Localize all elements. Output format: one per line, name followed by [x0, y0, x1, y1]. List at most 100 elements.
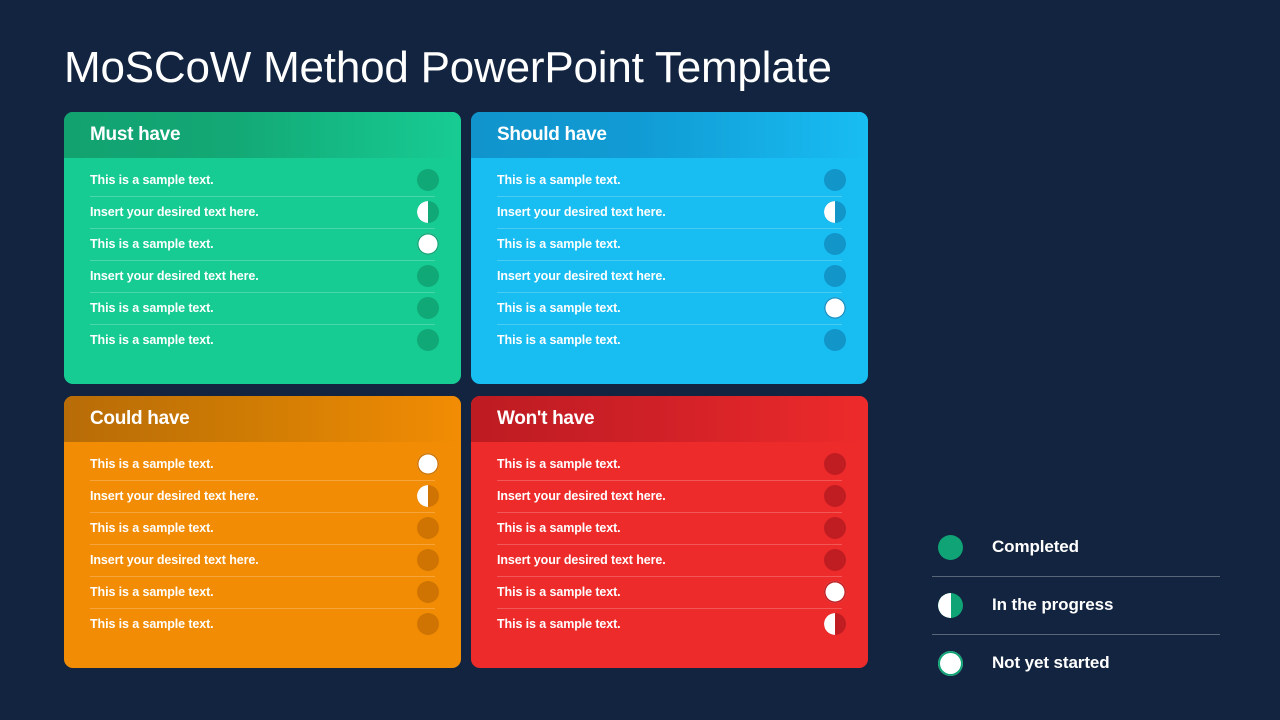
list-item-label: Insert your desired text here. — [90, 269, 259, 283]
status-in-progress-icon[interactable] — [824, 201, 846, 223]
card-title: Won't have — [497, 408, 595, 429]
page-title: MoSCoW Method PowerPoint Template — [64, 43, 832, 92]
list-item[interactable]: This is a sample text. — [90, 292, 441, 324]
list-item[interactable]: This is a sample text. — [90, 608, 441, 640]
status-completed-icon[interactable] — [417, 613, 439, 635]
list-item[interactable]: This is a sample text. — [497, 228, 848, 260]
list-item[interactable]: This is a sample text. — [90, 448, 441, 480]
status-completed-icon[interactable] — [824, 169, 846, 191]
legend-item-label: Not yet started — [992, 653, 1110, 672]
card-header-should-have: Should have — [471, 112, 868, 158]
list-item[interactable]: Insert your desired text here. — [90, 480, 441, 512]
list-item-label: This is a sample text. — [90, 585, 214, 599]
legend-item-not-started[interactable]: Not yet started — [932, 634, 1220, 692]
card-should-have: Should have This is a sample text. Inser… — [471, 112, 868, 384]
list-item-label: This is a sample text. — [497, 173, 621, 187]
list-item[interactable]: This is a sample text. — [90, 324, 441, 356]
list-item-label: This is a sample text. — [497, 301, 621, 315]
status-completed-icon[interactable] — [417, 297, 439, 319]
list-item[interactable]: This is a sample text. — [90, 228, 441, 260]
list-item[interactable]: This is a sample text. — [497, 608, 848, 640]
list-item[interactable]: Insert your desired text here. — [497, 196, 848, 228]
card-title: Should have — [497, 124, 607, 145]
list-item-label: This is a sample text. — [90, 301, 214, 315]
list-item[interactable]: This is a sample text. — [497, 512, 848, 544]
list-item[interactable]: This is a sample text. — [497, 292, 848, 324]
status-completed-icon[interactable] — [417, 549, 439, 571]
list-item[interactable]: This is a sample text. — [497, 576, 848, 608]
status-not-started-icon[interactable] — [824, 297, 846, 319]
moscow-card-grid: Must have This is a sample text. Insert … — [64, 112, 868, 668]
list-item-label: Insert your desired text here. — [497, 205, 666, 219]
status-not-started-icon — [938, 650, 963, 676]
list-item-label: This is a sample text. — [90, 457, 214, 471]
status-completed-icon[interactable] — [417, 329, 439, 351]
list-item[interactable]: This is a sample text. — [90, 164, 441, 196]
list-item[interactable]: This is a sample text. — [90, 512, 441, 544]
list-item[interactable]: Insert your desired text here. — [90, 544, 441, 576]
list-item-label: This is a sample text. — [90, 237, 214, 251]
status-in-progress-icon[interactable] — [417, 485, 439, 507]
status-completed-icon[interactable] — [417, 265, 439, 287]
list-item-label: This is a sample text. — [90, 617, 214, 631]
list-item[interactable]: This is a sample text. — [497, 448, 848, 480]
card-title: Could have — [90, 408, 190, 429]
card-body-must-have: This is a sample text. Insert your desir… — [64, 158, 461, 384]
status-completed-icon[interactable] — [824, 549, 846, 571]
status-in-progress-icon[interactable] — [824, 613, 846, 635]
status-completed-icon[interactable] — [824, 453, 846, 475]
status-completed-icon[interactable] — [824, 517, 846, 539]
status-completed-icon[interactable] — [417, 169, 439, 191]
list-item-label: This is a sample text. — [497, 237, 621, 251]
list-item-label: Insert your desired text here. — [497, 489, 666, 503]
list-item[interactable]: This is a sample text. — [497, 164, 848, 196]
list-item-label: This is a sample text. — [497, 521, 621, 535]
status-completed-icon[interactable] — [824, 329, 846, 351]
list-item-label: This is a sample text. — [497, 585, 621, 599]
status-legend: Completed In the progress Not yet starte… — [932, 518, 1220, 692]
card-title: Must have — [90, 124, 181, 145]
list-item[interactable]: Insert your desired text here. — [90, 196, 441, 228]
list-item-label: This is a sample text. — [90, 333, 214, 347]
legend-item-label: Completed — [992, 537, 1079, 556]
list-item-label: This is a sample text. — [497, 617, 621, 631]
legend-item-in-progress[interactable]: In the progress — [932, 576, 1220, 634]
list-item[interactable]: Insert your desired text here. — [497, 260, 848, 292]
card-body-wont-have: This is a sample text. Insert your desir… — [471, 442, 868, 668]
card-must-have: Must have This is a sample text. Insert … — [64, 112, 461, 384]
card-wont-have: Won't have This is a sample text. Insert… — [471, 396, 868, 668]
list-item[interactable]: This is a sample text. — [497, 324, 848, 356]
status-completed-icon — [938, 534, 963, 560]
card-body-could-have: This is a sample text. Insert your desir… — [64, 442, 461, 668]
list-item-label: Insert your desired text here. — [497, 269, 666, 283]
list-item[interactable]: Insert your desired text here. — [497, 544, 848, 576]
legend-item-label: In the progress — [992, 595, 1114, 614]
legend-item-completed[interactable]: Completed — [932, 518, 1220, 576]
status-completed-icon[interactable] — [824, 485, 846, 507]
list-item[interactable]: Insert your desired text here. — [497, 480, 848, 512]
list-item[interactable]: Insert your desired text here. — [90, 260, 441, 292]
card-header-must-have: Must have — [64, 112, 461, 158]
status-not-started-icon[interactable] — [417, 233, 439, 255]
list-item-label: Insert your desired text here. — [90, 205, 259, 219]
list-item-label: Insert your desired text here. — [90, 489, 259, 503]
list-item-label: This is a sample text. — [497, 457, 621, 471]
list-item-label: This is a sample text. — [90, 521, 214, 535]
list-item-label: Insert your desired text here. — [497, 553, 666, 567]
status-completed-icon[interactable] — [824, 265, 846, 287]
card-header-wont-have: Won't have — [471, 396, 868, 442]
card-body-should-have: This is a sample text. Insert your desir… — [471, 158, 868, 384]
status-in-progress-icon[interactable] — [417, 201, 439, 223]
list-item-label: Insert your desired text here. — [90, 553, 259, 567]
status-completed-icon[interactable] — [824, 233, 846, 255]
list-item-label: This is a sample text. — [90, 173, 214, 187]
status-not-started-icon[interactable] — [417, 453, 439, 475]
status-in-progress-icon — [938, 592, 963, 618]
status-completed-icon[interactable] — [417, 581, 439, 603]
card-header-could-have: Could have — [64, 396, 461, 442]
status-not-started-icon[interactable] — [824, 581, 846, 603]
list-item[interactable]: This is a sample text. — [90, 576, 441, 608]
card-could-have: Could have This is a sample text. Insert… — [64, 396, 461, 668]
list-item-label: This is a sample text. — [497, 333, 621, 347]
status-completed-icon[interactable] — [417, 517, 439, 539]
